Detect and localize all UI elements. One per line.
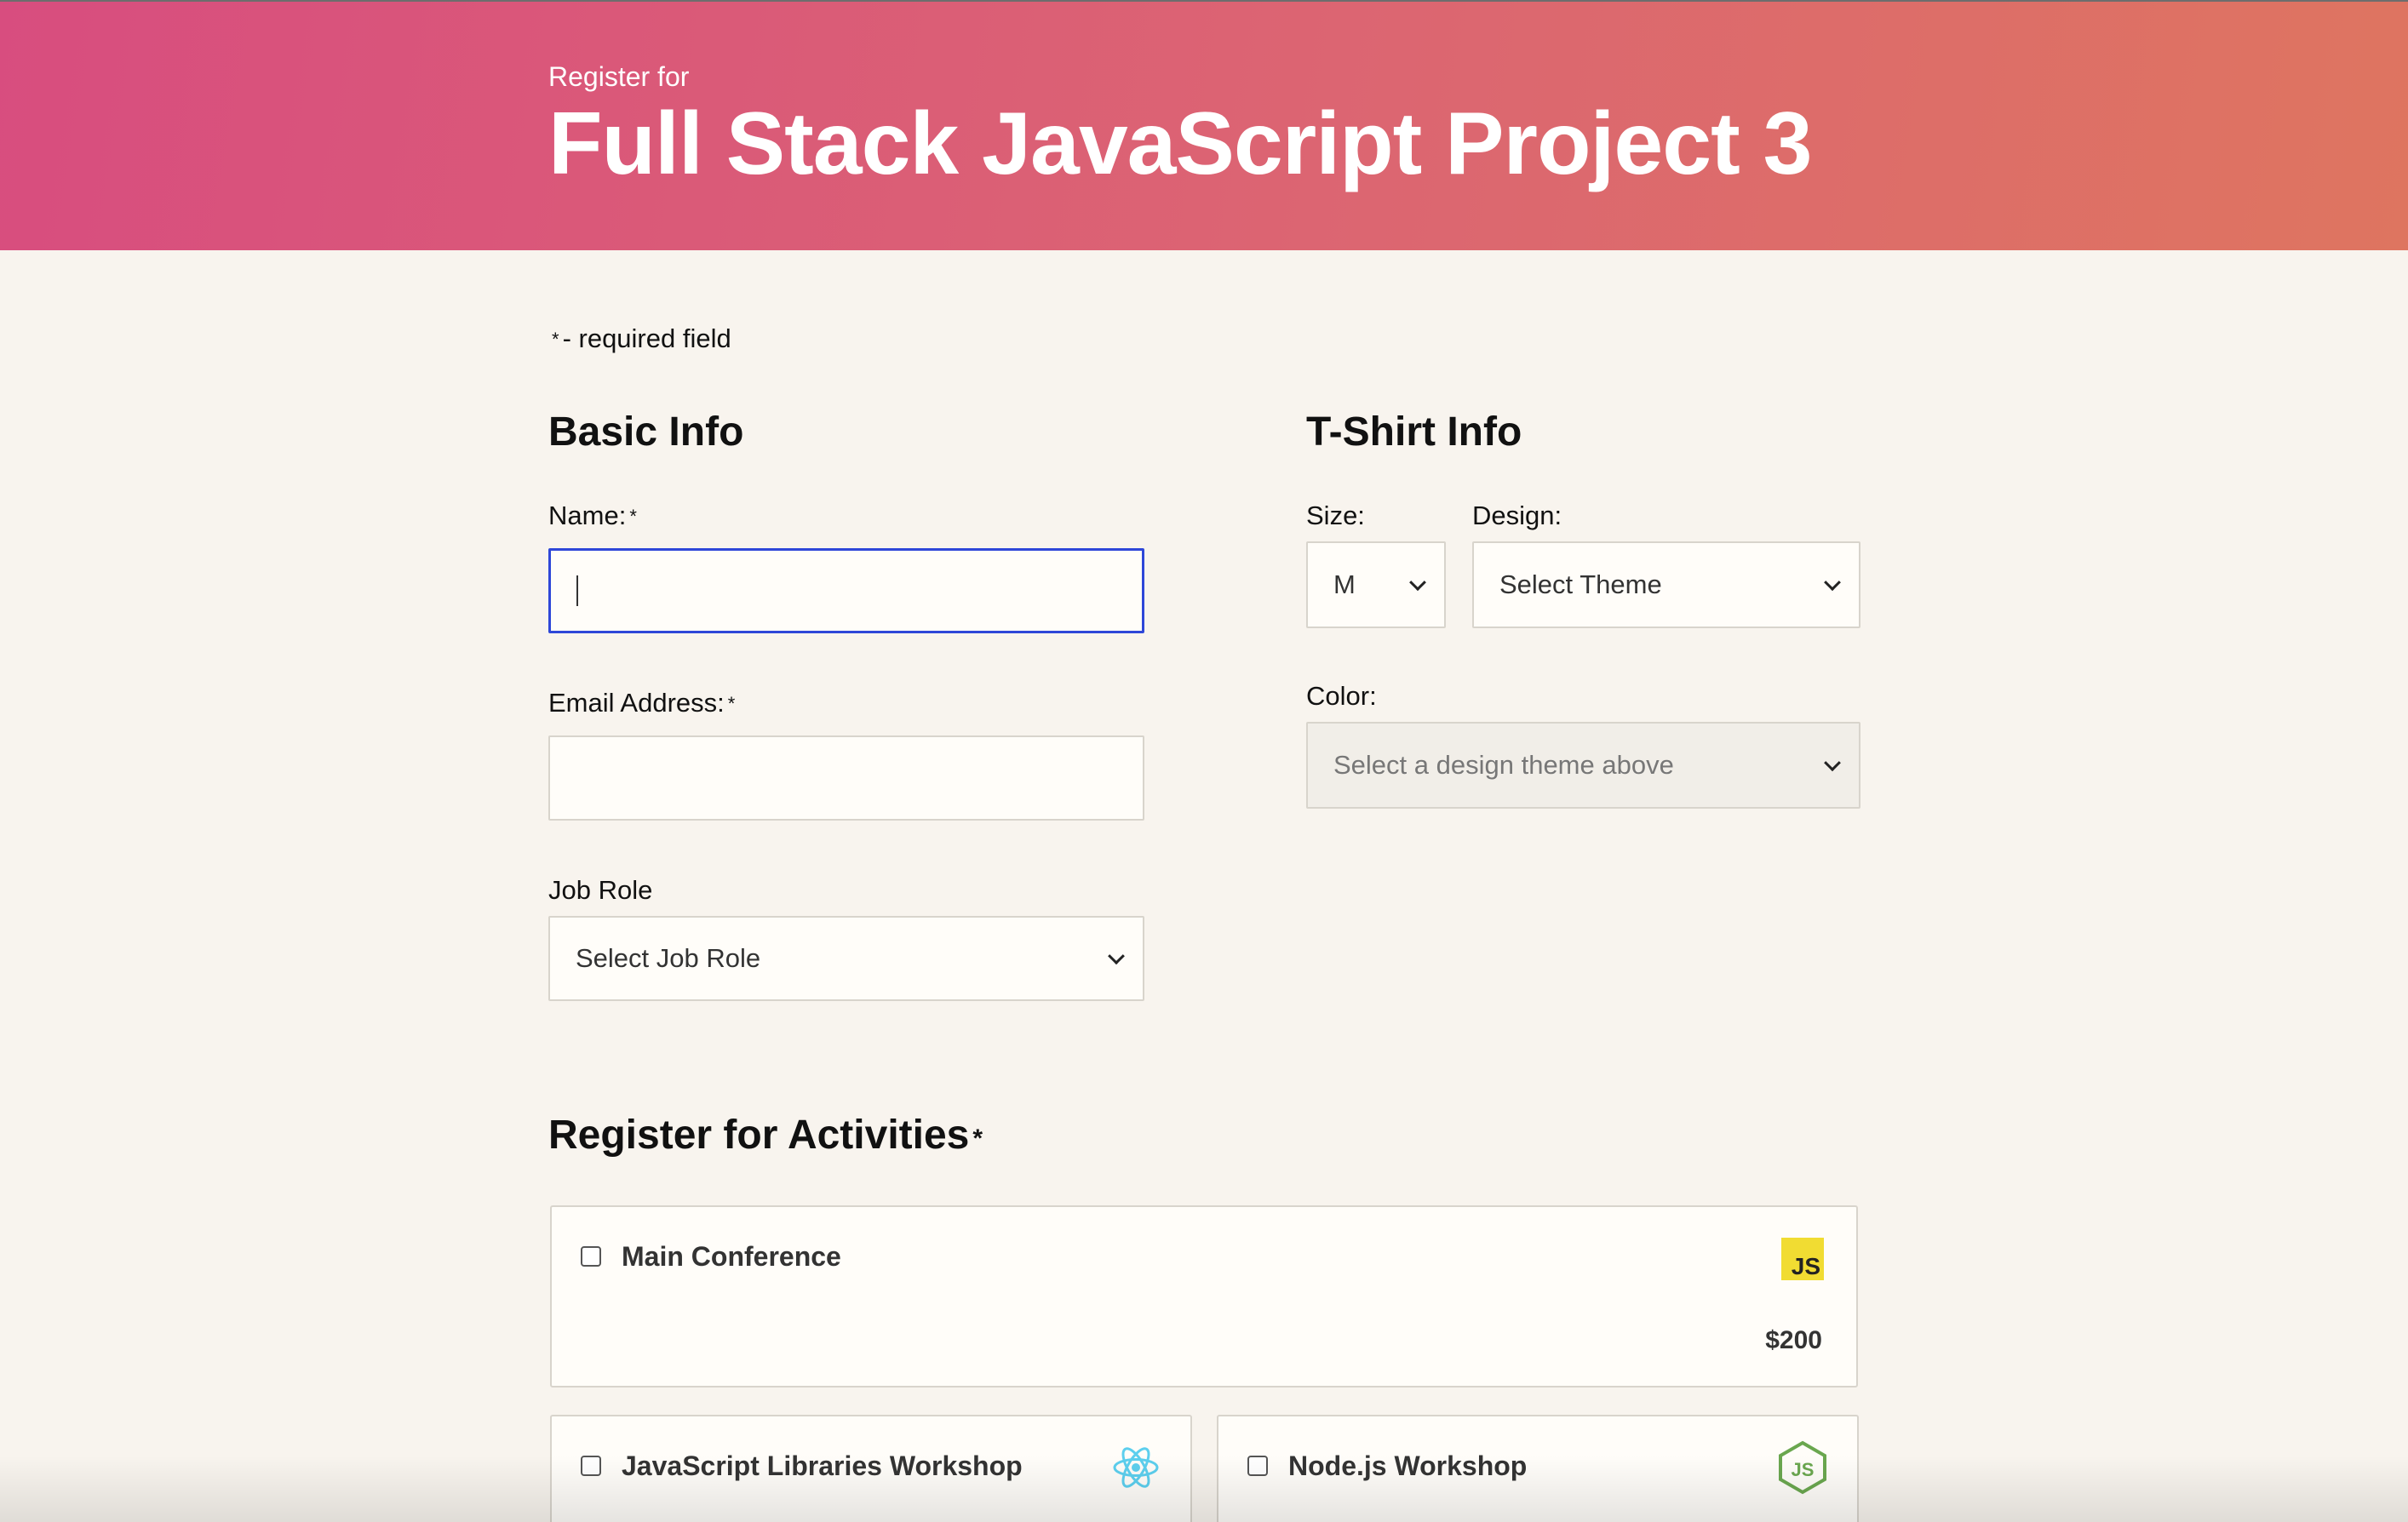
- activities-heading-text: Register for Activities: [548, 1113, 970, 1158]
- page-title: Full Stack JavaScript Project 3: [548, 94, 1812, 193]
- main-conference-checkbox[interactable]: [581, 1246, 601, 1267]
- required-field-note: * - required field: [548, 323, 731, 354]
- size-select[interactable]: M: [1306, 541, 1446, 628]
- design-select[interactable]: Select Theme: [1472, 541, 1860, 628]
- basic-info-heading: Basic Info: [548, 409, 744, 455]
- nodejs-checkbox[interactable]: [1247, 1456, 1268, 1476]
- size-selected: M: [1333, 569, 1356, 599]
- page-header: Register for Full Stack JavaScript Proje…: [0, 0, 2408, 250]
- color-selected: Select a design theme above: [1333, 750, 1674, 780]
- activity-price: $200: [1765, 1326, 1822, 1354]
- svg-text:JS: JS: [1792, 1459, 1815, 1480]
- color-label: Color:: [1306, 681, 1377, 711]
- tshirt-info-heading: T-Shirt Info: [1306, 409, 1522, 455]
- activity-card-main-conference[interactable]: Main Conference JS $200: [550, 1205, 1858, 1388]
- activities-required-marker: *: [972, 1124, 983, 1153]
- activity-card-js-libraries[interactable]: JavaScript Libraries Workshop: [550, 1415, 1192, 1522]
- chevron-down-icon: [1108, 947, 1125, 965]
- design-selected: Select Theme: [1499, 569, 1662, 599]
- email-label: Email Address: *: [548, 688, 738, 718]
- job-role-selected: Select Job Role: [576, 943, 761, 973]
- required-marker: *: [552, 329, 559, 350]
- name-input[interactable]: [548, 548, 1144, 633]
- js-libraries-checkbox[interactable]: [581, 1456, 601, 1476]
- job-role-select[interactable]: Select Job Role: [548, 916, 1144, 1001]
- name-label-text: Name:: [548, 501, 627, 530]
- chevron-down-icon: [1824, 574, 1841, 592]
- email-input[interactable]: [548, 735, 1144, 821]
- name-label: Name: *: [548, 501, 640, 531]
- javascript-logo-icon: JS: [1781, 1238, 1824, 1280]
- bottom-shadow-overlay: [0, 1456, 2408, 1522]
- name-required-marker: *: [629, 506, 637, 527]
- text-cursor: [576, 575, 578, 606]
- javascript-logo-text: JS: [1791, 1253, 1820, 1279]
- required-note-text: - required field: [562, 323, 731, 353]
- design-label: Design:: [1472, 501, 1562, 530]
- activity-label: Node.js Workshop: [1288, 1450, 1528, 1481]
- chevron-down-icon: [1824, 754, 1841, 772]
- activity-label: Main Conference: [622, 1241, 841, 1272]
- color-select[interactable]: Select a design theme above: [1306, 722, 1860, 809]
- activity-card-nodejs[interactable]: Node.js Workshop JS: [1217, 1415, 1859, 1522]
- size-label: Size:: [1306, 501, 1365, 530]
- nodejs-logo-icon: JS: [1777, 1440, 1828, 1495]
- chevron-down-icon: [1409, 574, 1426, 592]
- email-required-marker: *: [727, 693, 736, 714]
- activity-label: JavaScript Libraries Workshop: [622, 1450, 1023, 1481]
- email-label-text: Email Address:: [548, 688, 725, 718]
- react-logo-icon: [1112, 1444, 1160, 1491]
- activities-heading: Register for Activities *: [548, 1112, 986, 1159]
- job-role-label: Job Role: [548, 875, 653, 905]
- header-pre-title: Register for: [548, 61, 690, 92]
